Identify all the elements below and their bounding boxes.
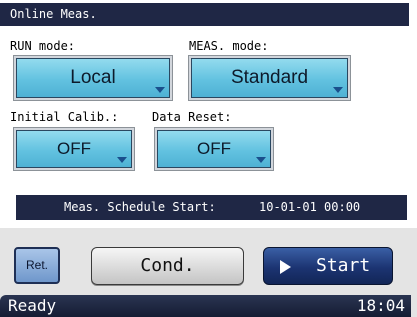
run-mode-value: Local [70,67,116,88]
start-button[interactable]: Start [263,247,393,285]
play-icon [280,260,291,274]
return-button[interactable]: Ret. [14,247,60,284]
initial-calib-value: OFF [57,139,91,158]
condition-button[interactable]: Cond. [91,247,244,285]
meas-mode-label: MEAS. mode: [189,39,269,53]
meas-mode-select[interactable]: Standard [189,56,350,100]
schedule-value: 10-01-01 00:00 [259,200,361,214]
return-button-label: Ret. [25,258,48,272]
data-reset-label: Data Reset: [152,110,232,124]
online-meas-screen: Online Meas. RUN mode: Local MEAS. mode:… [0,0,417,317]
schedule-label: Meas. Schedule Start: [64,200,216,214]
status-text: Ready [8,296,57,315]
condition-button-label: Cond. [140,255,195,276]
status-bar: Ready 18:04 [0,295,411,317]
data-reset-value: OFF [197,139,231,158]
chevron-down-icon [155,87,165,93]
meas-mode-value: Standard [230,67,309,88]
page-title: Online Meas. [10,7,97,21]
chevron-down-icon [256,157,266,163]
start-button-label: Start [316,255,371,276]
status-time: 18:04 [356,296,405,315]
run-mode-label: RUN mode: [10,39,76,53]
chevron-down-icon [117,157,127,163]
initial-calib-select[interactable]: OFF [14,128,134,170]
schedule-banner: Meas. Schedule Start: 10-01-01 00:00 [16,195,407,220]
title-bar: Online Meas. [0,3,409,26]
chevron-down-icon [333,87,343,93]
run-mode-select[interactable]: Local [14,56,172,100]
initial-calib-label: Initial Calib.: [10,110,119,124]
data-reset-select[interactable]: OFF [155,128,273,170]
